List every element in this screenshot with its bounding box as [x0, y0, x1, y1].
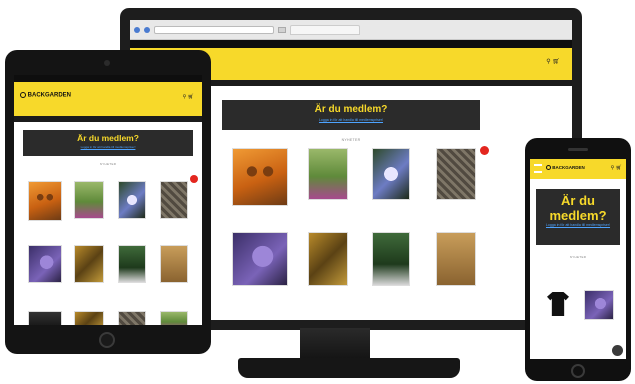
tablet-screen: BACKGARDEN ⚲ 🛒︎ Är du medlem? Logga in f…	[14, 75, 202, 325]
cart-icon[interactable]: 🛒︎	[188, 94, 194, 100]
monitor-base	[238, 358, 460, 378]
chat-icon[interactable]	[612, 345, 623, 356]
product-image[interactable]	[232, 232, 288, 286]
product-card[interactable]	[232, 232, 288, 288]
product-card[interactable]	[74, 181, 104, 221]
product-card[interactable]	[436, 148, 476, 202]
product-image[interactable]	[28, 245, 62, 283]
logo-text: BACKGARDEN	[27, 92, 72, 99]
product-image[interactable]	[308, 232, 348, 286]
tablet-home-button[interactable]	[99, 332, 115, 348]
menu-icon[interactable]	[534, 164, 542, 173]
product-image[interactable]	[28, 311, 62, 325]
browser-back-icon[interactable]	[134, 26, 140, 33]
search-icon[interactable]: ⚲	[546, 59, 550, 65]
refresh-icon[interactable]	[278, 26, 286, 33]
product-card[interactable]	[160, 245, 188, 285]
search-icon[interactable]: ⚲	[183, 94, 187, 100]
product-image[interactable]	[118, 181, 146, 219]
product-image[interactable]	[160, 181, 188, 219]
product-image[interactable]	[436, 232, 476, 286]
product-image[interactable]	[436, 148, 476, 200]
site-topbar	[14, 75, 202, 82]
section-heading: NYHETER	[569, 255, 587, 259]
banner-title: Är du medlem?	[77, 133, 139, 143]
address-bar[interactable]	[154, 25, 274, 34]
site-header: BACKGARDEN ⚲ 🛒︎	[530, 159, 626, 179]
browser-tab[interactable]	[290, 24, 360, 35]
login-link[interactable]: Logga in för att handla till medlemspris…	[222, 118, 480, 123]
cart-icon[interactable]: 🛒︎	[616, 165, 622, 171]
product-card[interactable]	[28, 181, 62, 223]
site-topbar	[130, 40, 572, 48]
product-image[interactable]	[118, 245, 146, 283]
product-image[interactable]	[372, 148, 410, 200]
tshirt-product-image[interactable]	[547, 292, 569, 316]
phone-home-button[interactable]	[571, 364, 585, 378]
site-header: BACKGARDEN ⚲ 🛒︎	[14, 82, 202, 116]
product-image[interactable]	[28, 181, 62, 221]
product-image[interactable]	[160, 311, 188, 325]
product-card[interactable]	[540, 321, 576, 323]
product-card[interactable]	[372, 232, 410, 288]
logo-ring-icon	[20, 92, 26, 98]
banner-title: Är du medlem?	[549, 193, 607, 223]
product-card[interactable]	[436, 232, 476, 288]
cart-icon[interactable]: 🛒︎	[552, 59, 560, 65]
header-actions: ⚲ 🛒︎	[183, 94, 194, 100]
sale-badge	[480, 146, 489, 155]
browser-forward-icon[interactable]	[144, 26, 150, 33]
product-image[interactable]	[308, 148, 348, 200]
banner-title: Är du medlem?	[314, 104, 388, 115]
responsive-devices-mockup: ⚲ 🛒︎ Är du medlem? Logga in för att hand…	[0, 0, 635, 384]
member-banner: Är du medlem? Logga in för att handla ti…	[222, 100, 480, 130]
product-image[interactable]	[74, 245, 104, 283]
product-card[interactable]	[372, 148, 410, 202]
phone-speaker	[568, 148, 588, 151]
product-image[interactable]	[74, 311, 104, 325]
login-link[interactable]: Logga in för att handla till medlemspris…	[23, 145, 193, 150]
header-actions: ⚲ 🛒︎	[611, 165, 622, 171]
product-card[interactable]	[118, 311, 146, 325]
product-card[interactable]	[118, 245, 146, 285]
product-card[interactable]	[74, 311, 104, 325]
product-image[interactable]	[372, 232, 410, 286]
phone-screen: BACKGARDEN ⚲ 🛒︎ Är du medlem? Logga in f…	[530, 159, 626, 359]
phone-device: BACKGARDEN ⚲ 🛒︎ Är du medlem? Logga in f…	[525, 138, 631, 381]
product-image[interactable]	[74, 181, 104, 219]
product-image[interactable]	[584, 290, 614, 320]
product-card[interactable]	[74, 245, 104, 285]
product-card[interactable]	[160, 311, 188, 325]
product-image[interactable]	[160, 245, 188, 283]
product-card[interactable]	[584, 290, 614, 322]
member-banner: Är du medlem? Logga in för att handla ti…	[23, 130, 193, 156]
site-nav	[14, 116, 202, 122]
member-banner: Är du medlem? Logga in för att handla ti…	[536, 189, 620, 245]
tablet-device: BACKGARDEN ⚲ 🛒︎ Är du medlem? Logga in f…	[5, 50, 211, 354]
login-link[interactable]: Logga in för att handla till medlemspris…	[536, 223, 620, 228]
product-card[interactable]	[308, 148, 348, 202]
product-image[interactable]	[118, 311, 146, 325]
search-icon[interactable]: ⚲	[611, 165, 615, 171]
header-actions: ⚲ 🛒︎	[546, 58, 560, 65]
product-card[interactable]	[160, 181, 188, 221]
section-heading: NYHETER	[99, 162, 117, 166]
sale-badge	[190, 175, 198, 183]
site-logo[interactable]: BACKGARDEN	[20, 92, 71, 99]
product-card[interactable]	[118, 181, 146, 221]
logo-ring-icon	[546, 165, 551, 171]
product-image[interactable]	[232, 148, 288, 206]
tablet-camera	[104, 60, 110, 66]
product-card[interactable]	[308, 232, 348, 288]
product-card[interactable]	[28, 311, 62, 325]
product-card[interactable]	[28, 245, 62, 285]
product-card[interactable]	[232, 148, 288, 208]
site-logo[interactable]: BACKGARDEN	[546, 165, 585, 171]
browser-toolbar	[130, 20, 572, 40]
logo-text: BACKGARDEN	[552, 165, 585, 170]
